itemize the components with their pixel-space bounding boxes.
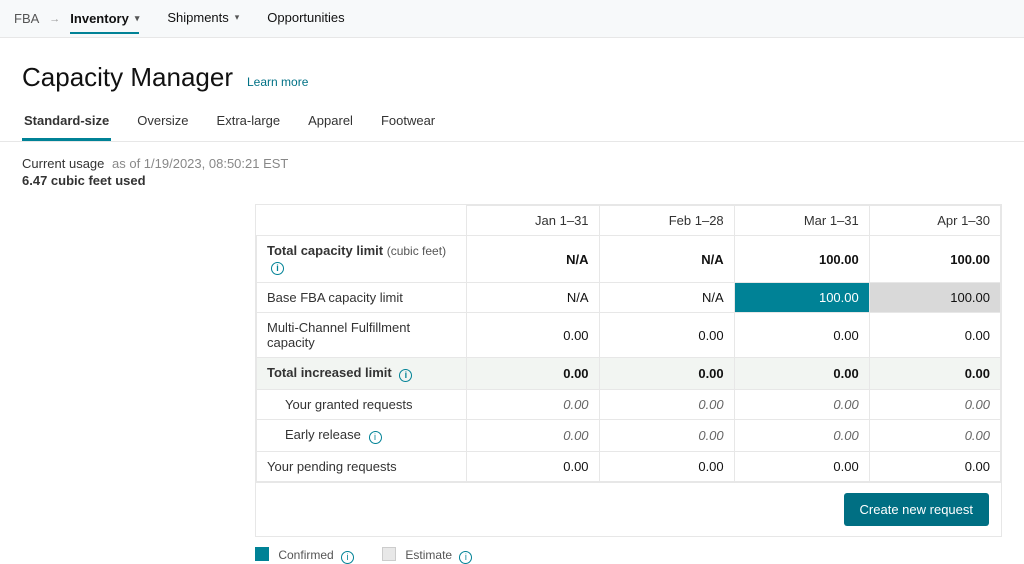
tab-extra-large[interactable]: Extra-large	[215, 103, 283, 141]
info-icon[interactable]: i	[341, 551, 354, 564]
swatch-confirmed-icon	[255, 547, 269, 561]
cell: 100.00	[869, 236, 1000, 283]
cell: 0.00	[467, 452, 600, 482]
cell: 0.00	[599, 358, 734, 390]
nav-inventory-label: Inventory	[70, 11, 129, 26]
breadcrumb-root[interactable]: FBA	[14, 11, 39, 26]
nav-inventory[interactable]: Inventory ▾	[70, 11, 139, 34]
row-label: Multi-Channel Fulfillment capacity	[257, 313, 467, 358]
info-icon[interactable]: i	[399, 369, 412, 382]
current-usage-detail: 6.47 cubic feet used	[22, 173, 1002, 188]
legend-confirmed: Confirmed i	[255, 547, 354, 564]
create-new-request-button[interactable]: Create new request	[844, 493, 989, 526]
legend-estimate-label: Estimate	[405, 548, 452, 562]
info-icon[interactable]: i	[459, 551, 472, 564]
cell: 100.00	[734, 236, 869, 283]
cell: N/A	[467, 283, 600, 313]
cell: 0.00	[599, 452, 734, 482]
cell: 0.00	[734, 390, 869, 420]
cell-confirmed: 100.00	[734, 283, 869, 313]
cell: N/A	[599, 283, 734, 313]
col-header: Mar 1–31	[734, 206, 869, 236]
cell: 0.00	[467, 420, 600, 452]
row-total-increased: Total increased limit i 0.00 0.00 0.00 0…	[257, 358, 1001, 390]
row-label: Total capacity limit	[267, 243, 383, 258]
cell: 0.00	[869, 452, 1000, 482]
cell-estimate: 100.00	[869, 283, 1000, 313]
current-usage: Current usage as of 1/19/2023, 08:50:21 …	[0, 142, 1024, 196]
col-header: Jan 1–31	[467, 206, 600, 236]
col-header: Feb 1–28	[599, 206, 734, 236]
row-mcf: Multi-Channel Fulfillment capacity 0.00 …	[257, 313, 1001, 358]
chevron-down-icon: ▾	[235, 12, 240, 23]
row-label: Base FBA capacity limit	[257, 283, 467, 313]
cell: 0.00	[599, 313, 734, 358]
table-footer: Create new request	[255, 483, 1002, 537]
capacity-table: Jan 1–31 Feb 1–28 Mar 1–31 Apr 1–30 Tota…	[255, 204, 1002, 483]
row-base-fba: Base FBA capacity limit N/A N/A 100.00 1…	[257, 283, 1001, 313]
nav-shipments[interactable]: Shipments ▾	[167, 10, 239, 27]
cell: 0.00	[869, 313, 1000, 358]
row-early-release: Early release i 0.00 0.00 0.00 0.00	[257, 420, 1001, 452]
chevron-down-icon: ▾	[135, 13, 140, 24]
nav-opportunities-label: Opportunities	[267, 10, 344, 25]
row-label: Total increased limit	[267, 365, 392, 380]
row-unit: (cubic feet)	[387, 244, 446, 258]
legend-estimate: Estimate i	[382, 547, 472, 564]
info-icon[interactable]: i	[369, 431, 382, 444]
cell: 0.00	[869, 390, 1000, 420]
tab-oversize[interactable]: Oversize	[135, 103, 190, 141]
tabs: Standard-size Oversize Extra-large Appar…	[0, 103, 1024, 142]
cell: 0.00	[869, 358, 1000, 390]
cell: 0.00	[467, 390, 600, 420]
cell: 0.00	[599, 420, 734, 452]
cell: 0.00	[467, 313, 600, 358]
tab-apparel[interactable]: Apparel	[306, 103, 355, 141]
cell: 0.00	[734, 358, 869, 390]
cell: 0.00	[734, 313, 869, 358]
cell: 0.00	[734, 452, 869, 482]
top-nav: FBA → Inventory ▾ Shipments ▾ Opportunit…	[0, 0, 1024, 38]
row-label: Early release	[285, 427, 361, 442]
row-label: Your pending requests	[257, 452, 467, 482]
page-header: Capacity Manager Learn more	[0, 38, 1024, 103]
page-title: Capacity Manager	[22, 62, 233, 93]
chevron-right-icon: →	[49, 13, 60, 25]
tab-footwear[interactable]: Footwear	[379, 103, 437, 141]
table-header-row: Jan 1–31 Feb 1–28 Mar 1–31 Apr 1–30	[257, 206, 1001, 236]
cell: 0.00	[869, 420, 1000, 452]
current-usage-label: Current usage	[22, 156, 104, 171]
current-usage-asof: as of 1/19/2023, 08:50:21 EST	[112, 156, 288, 171]
swatch-estimate-icon	[382, 547, 396, 561]
learn-more-link[interactable]: Learn more	[247, 75, 308, 89]
row-granted-requests: Your granted requests 0.00 0.00 0.00 0.0…	[257, 390, 1001, 420]
col-header: Apr 1–30	[869, 206, 1000, 236]
info-icon[interactable]: i	[271, 262, 284, 275]
row-label: Your granted requests	[257, 390, 467, 420]
cell: 0.00	[734, 420, 869, 452]
cell: N/A	[467, 236, 600, 283]
row-pending-requests: Your pending requests 0.00 0.00 0.00 0.0…	[257, 452, 1001, 482]
legend: Confirmed i Estimate i	[255, 547, 1002, 564]
tab-standard-size[interactable]: Standard-size	[22, 103, 111, 141]
cell: 0.00	[467, 358, 600, 390]
cell: N/A	[599, 236, 734, 283]
nav-opportunities[interactable]: Opportunities	[267, 10, 344, 27]
row-total-capacity: Total capacity limit (cubic feet) i N/A …	[257, 236, 1001, 283]
cell: 0.00	[599, 390, 734, 420]
legend-confirmed-label: Confirmed	[278, 548, 333, 562]
nav-shipments-label: Shipments	[167, 10, 228, 25]
